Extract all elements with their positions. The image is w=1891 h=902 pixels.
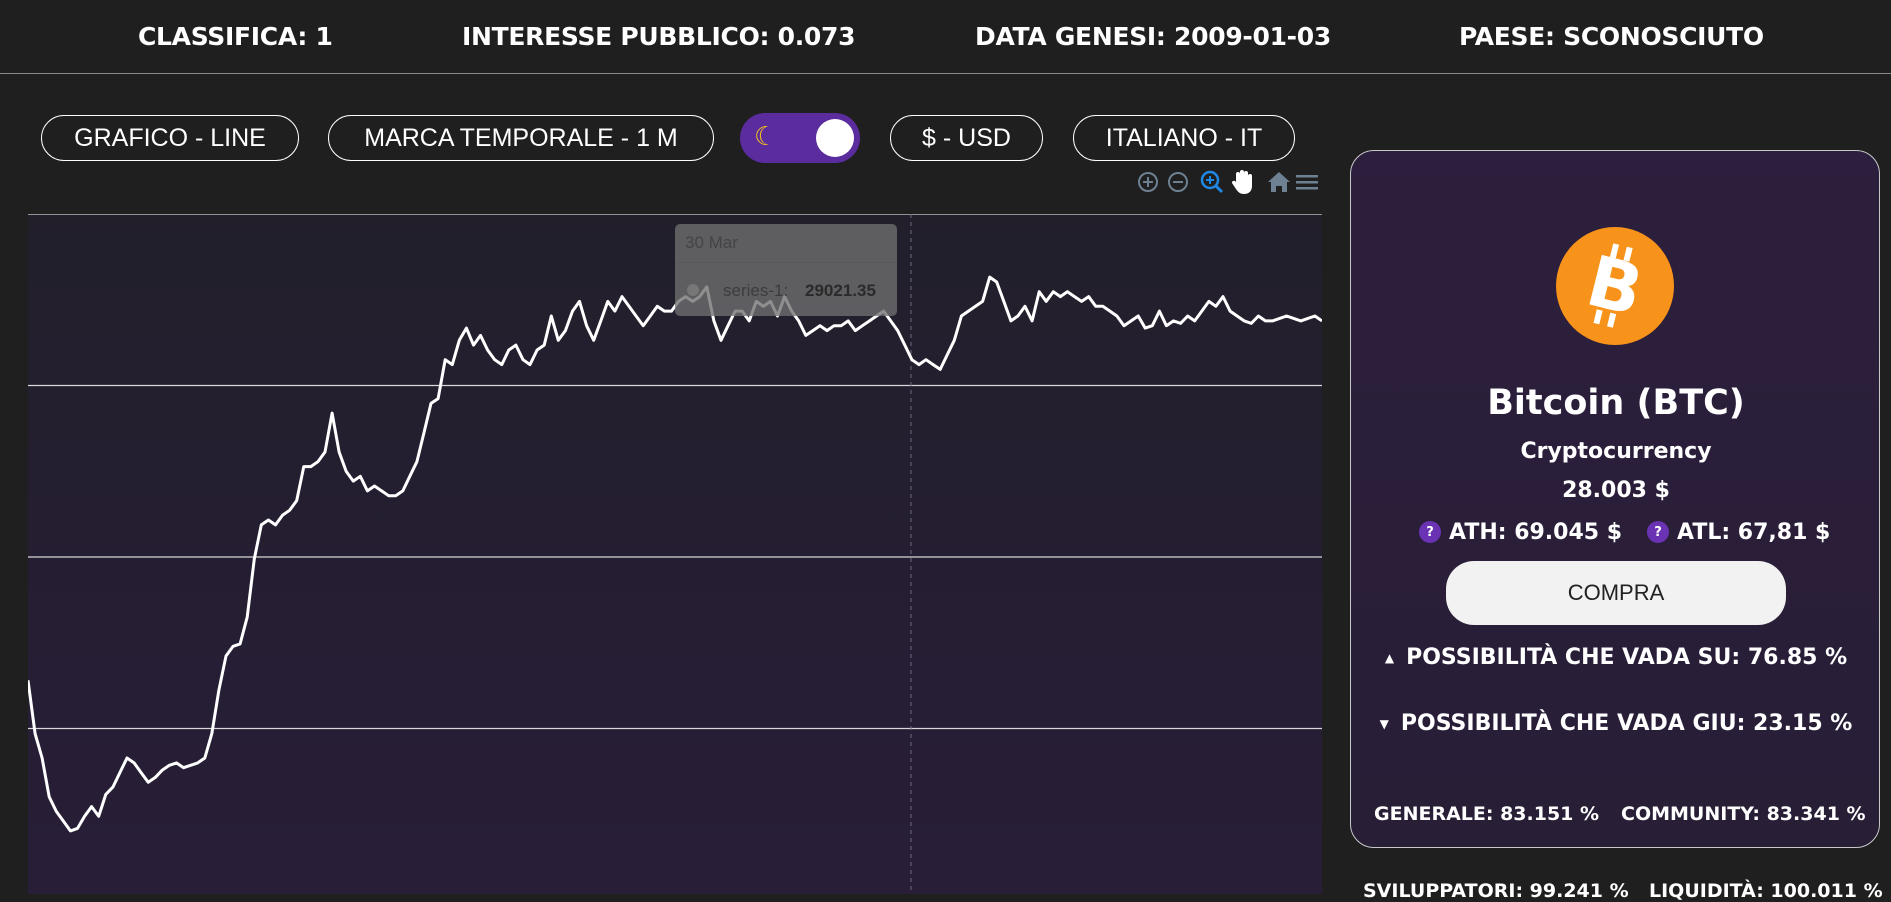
coin-category: Cryptocurrency <box>1520 439 1712 464</box>
liquidity-score: LIQUIDITÀ: 100.011 % <box>1649 880 1883 902</box>
chart-series-line-1[interactable] <box>28 275 1322 833</box>
developer-score: SVILUPPATORI: 99.241 % <box>1363 880 1629 902</box>
menu-icon[interactable] <box>1294 168 1320 196</box>
tooltip-divider <box>675 262 897 263</box>
atl-row: ? ATL: 67,81 $ <box>1647 517 1830 547</box>
buy-button[interactable]: COMPRA <box>1446 561 1786 625</box>
chart-tooltip: 30 Mar series-1: 29021.35 <box>675 224 897 316</box>
zoom-in-icon[interactable] <box>1135 168 1161 196</box>
country-stat: PAESE: SCONOSCIUTO <box>1459 22 1764 51</box>
toggle-knob <box>816 119 854 157</box>
language-button[interactable]: ITALIANO - IT <box>1073 115 1295 161</box>
tooltip-series-label: series-1: <box>723 281 789 300</box>
general-score: GENERALE: 83.151 % <box>1374 803 1600 825</box>
stats-bar: CLASSIFICA: 1 INTERESSE PUBBLICO: 0.073 … <box>0 0 1891 74</box>
price-chart-svg[interactable] <box>28 214 1322 894</box>
bitcoin-logo-icon: B <box>1556 227 1674 345</box>
community-score: COMMUNITY: 83.341 % <box>1621 803 1866 825</box>
tooltip-series-marker <box>687 284 699 296</box>
selection-zoom-icon[interactable] <box>1199 168 1225 196</box>
coin-name: Bitcoin (BTC) <box>1487 383 1745 423</box>
chart-type-button[interactable]: GRAFICO - LINE <box>41 115 299 161</box>
theme-toggle[interactable]: ☾ <box>740 113 860 163</box>
atl-help-icon[interactable]: ? <box>1647 521 1669 543</box>
timeframe-button[interactable]: MARCA TEMPORALE - 1 M <box>328 115 714 161</box>
currency-button[interactable]: $ - USD <box>890 115 1043 161</box>
coin-info-card: B Bitcoin (BTC) Cryptocurrency 28.003 $ … <box>1350 150 1880 848</box>
atl-value: ATL: 67,81 $ <box>1677 519 1831 545</box>
tooltip-value: 29021.35 <box>805 281 876 300</box>
chart-toolbar <box>1135 168 1318 196</box>
up-probability: ▲ POSSIBILITÀ CHE VADA SU: 76.85 % <box>1351 645 1881 670</box>
up-probability-text: POSSIBILITÀ CHE VADA SU: 76.85 % <box>1406 645 1848 670</box>
home-reset-icon[interactable] <box>1266 168 1292 196</box>
price-chart[interactable] <box>28 214 1322 894</box>
triangle-down-icon: ▼ <box>1379 716 1389 731</box>
ath-row: ? ATH: 69.045 $ <box>1419 517 1622 547</box>
genesis-date-stat: DATA GENESI: 2009-01-03 <box>975 22 1331 51</box>
tooltip-date: 30 Mar <box>685 233 738 252</box>
public-interest-stat: INTERESSE PUBBLICO: 0.073 <box>462 22 856 51</box>
down-probability-text: POSSIBILITÀ CHE VADA GIU: 23.15 % <box>1400 711 1853 736</box>
moon-icon: ☾ <box>754 122 778 152</box>
ath-help-icon[interactable]: ? <box>1419 521 1441 543</box>
zoom-out-icon[interactable] <box>1165 168 1191 196</box>
coin-price: 28.003 $ <box>1562 478 1670 503</box>
pan-hand-icon[interactable] <box>1229 168 1255 196</box>
ath-value: ATH: 69.045 $ <box>1449 519 1623 545</box>
triangle-up-icon: ▲ <box>1384 650 1395 665</box>
rank-stat: CLASSIFICA: 1 <box>138 22 333 51</box>
down-probability: ▼ POSSIBILITÀ CHE VADA GIU: 23.15 % <box>1351 711 1881 736</box>
